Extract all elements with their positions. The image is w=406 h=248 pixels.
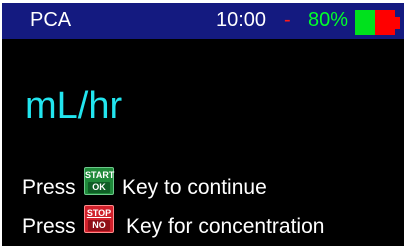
- start-ok-key-icon: START OK: [84, 167, 114, 195]
- battery-icon: [355, 10, 395, 35]
- status-bar: PCA 10:00 - 80%: [2, 3, 404, 39]
- key-top-label: START: [85, 170, 115, 180]
- battery-terminal: [395, 17, 400, 29]
- instruction-text: Key to continue: [122, 176, 267, 199]
- battery-percent: 80%: [308, 9, 349, 31]
- key-bottom-label: NO: [88, 220, 110, 231]
- rate-unit: mL/hr: [25, 85, 123, 127]
- instruction-press-label: Press: [22, 176, 76, 199]
- stop-no-key-icon: STOP NO: [84, 205, 114, 233]
- key-top-label: STOP: [86, 208, 112, 218]
- pump-display: PCA 10:00 - 80% mL/hr Press START OK Key…: [2, 3, 404, 246]
- instruction-press-label: Press: [22, 215, 76, 238]
- status-separator: -: [284, 9, 291, 31]
- battery-empty-fill: [375, 10, 395, 35]
- battery-charge-fill: [355, 10, 375, 35]
- mode-label: PCA: [30, 9, 72, 31]
- key-bottom-label: OK: [88, 182, 110, 193]
- clock: 10:00: [216, 9, 267, 31]
- instruction-text: Key for concentration: [126, 215, 325, 238]
